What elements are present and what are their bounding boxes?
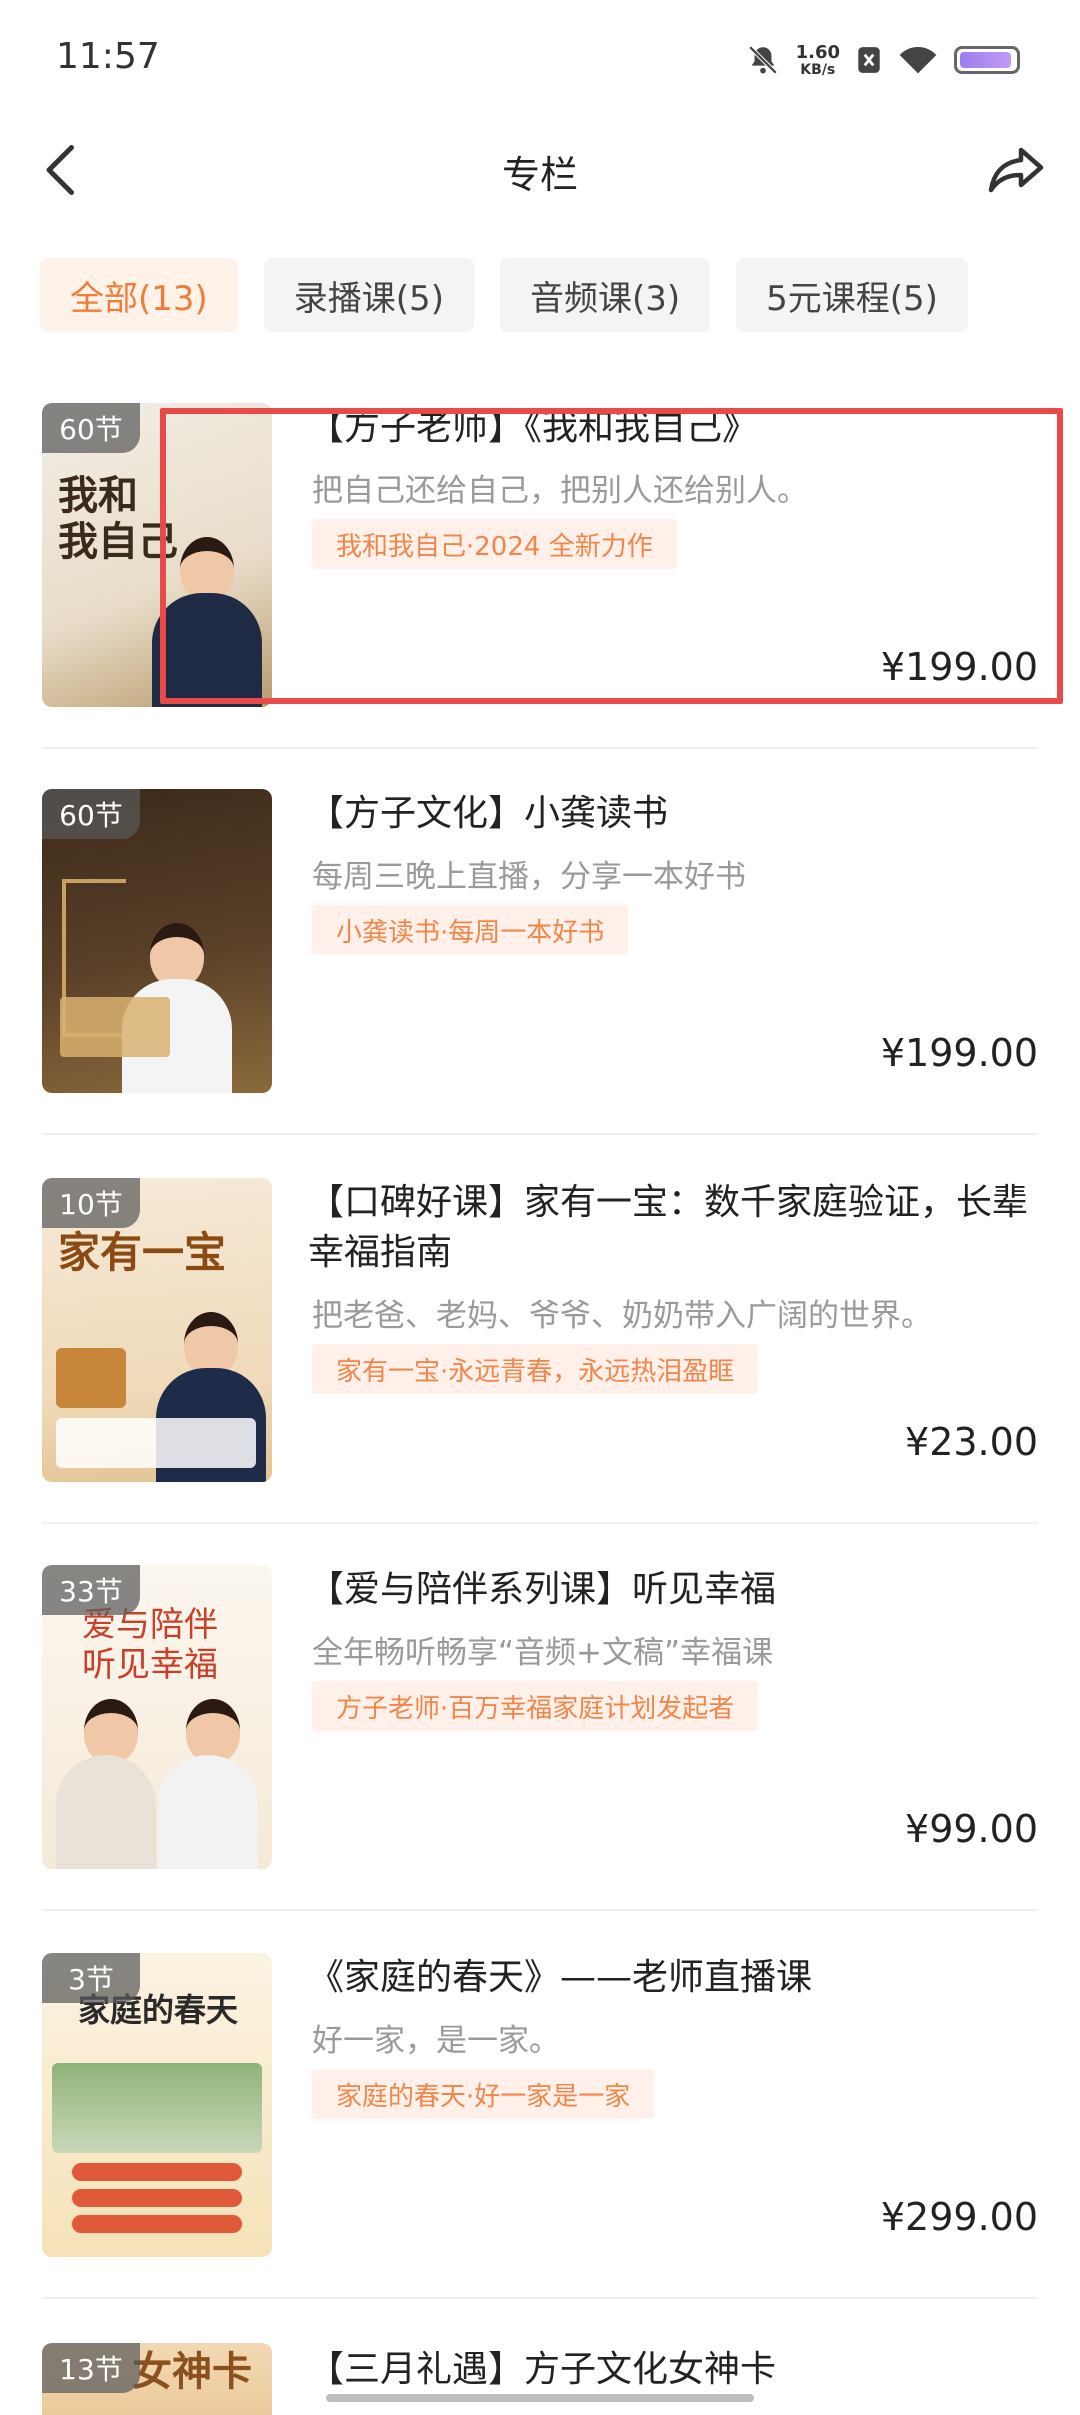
battery-icon	[954, 46, 1020, 74]
course-tag: 家有一宝·永远青春，永远热泪盈眶	[312, 1344, 759, 1394]
status-icons: 1.60 KB/s	[746, 40, 1020, 80]
divider	[42, 2297, 1038, 2299]
course-title: 【口碑好课】家有一宝：数千家庭验证，长辈幸福指南	[308, 1182, 1029, 1273]
course-title: 【爱与陪伴系列课】听见幸福	[308, 1569, 777, 1610]
course-thumbnail: 家庭的春天 3节	[42, 1953, 272, 2257]
course-subtitle: 全年畅听畅享“音频+文稿”幸福课	[312, 1635, 774, 1671]
course-price: ¥299.00	[880, 2195, 1038, 2239]
divider	[42, 747, 1038, 749]
course-tag: 小龚读书·每周一本好书	[312, 905, 629, 955]
lesson-count-badge: 60节	[42, 789, 140, 839]
course-subtitle: 每周三晚上直播，分享一本好书	[312, 859, 746, 895]
course-title: 《家庭的春天》——老师直播课	[308, 1957, 813, 1998]
course-item[interactable]: 女神卡 13节 【三月礼遇】方子文化女神卡	[0, 2335, 1080, 2415]
lesson-count-badge: 13节	[42, 2343, 140, 2393]
sim-disabled-icon	[858, 47, 880, 73]
filter-tabs: 全部(13) 录播课(5) 音频课(3) 5元课程(5)	[40, 258, 968, 332]
course-tag: 家庭的春天·好一家是一家	[312, 2069, 655, 2119]
course-item[interactable]: 爱与陪伴 听见幸福 33节 【爱与陪伴系列课】听见幸福 全年畅听畅享“音频+文稿…	[0, 1557, 1080, 1947]
lesson-count-badge: 3节	[42, 1953, 140, 2003]
tab-recorded[interactable]: 录播课(5)	[263, 258, 474, 332]
course-subtitle: 把老爸、老妈、爷爷、奶奶带入广阔的世界。	[312, 1298, 932, 1334]
course-thumbnail: 60节	[42, 789, 272, 1093]
divider	[42, 1909, 1038, 1911]
course-thumbnail: 女神卡 13节	[42, 2343, 272, 2415]
lesson-count-badge: 33节	[42, 1565, 140, 1615]
status-time: 11:57	[56, 36, 160, 77]
share-icon[interactable]	[986, 140, 1046, 200]
lesson-count-badge: 60节	[42, 403, 140, 453]
status-bar: 11:57 1.60 KB/s	[0, 0, 1080, 120]
nav-bar: 专栏	[0, 120, 1080, 230]
teacher-photo	[56, 1699, 156, 1869]
course-item[interactable]: 家庭的春天 3节 《家庭的春天》——老师直播课 好一家，是一家。 家庭的春天·好…	[0, 1945, 1080, 2335]
tab-five-yuan[interactable]: 5元课程(5)	[736, 258, 968, 332]
tab-audio[interactable]: 音频课(3)	[499, 258, 711, 332]
teacher-photo	[158, 1699, 258, 1869]
course-title: 【方子文化】小龚读书	[308, 793, 669, 834]
course-item[interactable]: 家有一宝 10节 【口碑好课】家有一宝：数千家庭验证，长辈幸福指南 把老爸、老妈…	[0, 1170, 1080, 1560]
lesson-count-badge: 10节	[42, 1178, 140, 1228]
mute-bell-icon	[748, 45, 777, 75]
divider	[42, 1133, 1038, 1135]
wifi-icon	[899, 46, 937, 74]
home-indicator[interactable]	[326, 2394, 754, 2402]
page-title: 专栏	[501, 153, 578, 197]
course-thumbnail: 爱与陪伴 听见幸福 33节	[42, 1565, 272, 1869]
course-title: 【三月礼遇】方子文化女神卡	[308, 2349, 777, 2390]
course-subtitle: 好一家，是一家。	[312, 2023, 560, 2059]
course-price: ¥99.00	[905, 1807, 1038, 1851]
highlight-box	[160, 408, 1063, 704]
course-price: ¥23.00	[905, 1420, 1038, 1464]
course-thumbnail: 家有一宝 10节	[42, 1178, 272, 1482]
course-price: ¥199.00	[880, 1031, 1038, 1075]
tab-all[interactable]: 全部(13)	[40, 258, 238, 332]
net-speed: 1.60 KB/s	[795, 42, 840, 78]
course-item[interactable]: 60节 【方子文化】小龚读书 每周三晚上直播，分享一本好书 小龚读书·每周一本好…	[0, 781, 1080, 1171]
course-tag: 方子老师·百万幸福家庭计划发起者	[312, 1681, 759, 1731]
divider	[42, 1522, 1038, 1524]
